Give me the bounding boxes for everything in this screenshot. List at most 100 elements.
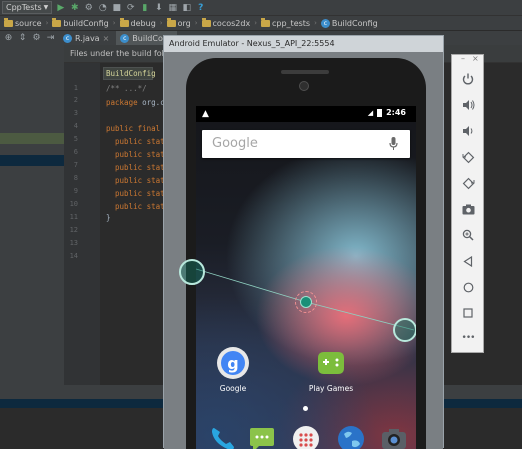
- volume-down-icon: [462, 126, 472, 136]
- breadcrumb-separator-icon: ›: [254, 19, 257, 27]
- stop-icon[interactable]: ■: [111, 2, 122, 13]
- class-icon: c: [320, 18, 330, 28]
- phone-icon[interactable]: [208, 424, 238, 449]
- code-line: /** ...*/: [106, 84, 147, 93]
- line-number: 4: [73, 122, 78, 130]
- line-number: 12: [69, 226, 78, 234]
- back-button[interactable]: [459, 252, 477, 270]
- more-icon: •••: [461, 333, 476, 343]
- home-button[interactable]: [459, 278, 477, 296]
- folder-icon: [261, 17, 270, 27]
- collapse-icon[interactable]: ⇕: [17, 33, 28, 44]
- power-button[interactable]: [459, 70, 477, 88]
- attach-debugger-icon[interactable]: ⚙: [83, 2, 94, 13]
- line-number: 9: [73, 187, 78, 195]
- tree-row-highlight[interactable]: [0, 133, 64, 144]
- coverage-icon[interactable]: ◔: [97, 2, 108, 13]
- rotate-right-button[interactable]: [459, 174, 477, 192]
- browser-icon[interactable]: [336, 424, 366, 449]
- phone-screen[interactable]: ▲ ◢ 2:46 Google g Google Play Games: [196, 106, 416, 449]
- close-icon[interactable]: ×: [472, 54, 479, 63]
- project-panel: [0, 45, 64, 385]
- multitouch-overlay: [196, 268, 415, 331]
- front-camera: [299, 81, 309, 91]
- help-icon[interactable]: ?: [195, 2, 206, 13]
- breadcrumb-separator-icon: ›: [159, 19, 163, 27]
- line-number: 5: [73, 135, 78, 143]
- target-icon[interactable]: ⊕: [3, 33, 14, 44]
- line-number: 2: [73, 96, 78, 104]
- settings-gear-icon[interactable]: ⚙: [31, 33, 42, 44]
- folder-icon: [201, 17, 211, 27]
- breadcrumb-item[interactable]: cpp_tests: [259, 17, 312, 28]
- line-number: 11: [69, 213, 78, 221]
- rotate-right-icon: [462, 177, 474, 189]
- page-indicator: [303, 406, 308, 411]
- device-monitor-icon[interactable]: ◧: [181, 2, 192, 13]
- breadcrumb-item[interactable]: buildConfig: [50, 17, 110, 28]
- sync-icon[interactable]: ⟳: [125, 2, 136, 13]
- touch-point-right-icon[interactable]: [393, 318, 416, 342]
- tab-r-java[interactable]: c R.java ×: [59, 31, 113, 45]
- rotate-left-icon: [462, 151, 474, 163]
- breadcrumb-separator-icon: ›: [45, 19, 49, 27]
- breadcrumb-item[interactable]: debug: [118, 17, 158, 28]
- camera-app-icon[interactable]: [379, 424, 409, 449]
- overview-button[interactable]: [459, 304, 477, 322]
- code-line: public stati: [106, 163, 170, 172]
- line-number: 6: [73, 148, 78, 156]
- touch-center-dot: [300, 296, 312, 308]
- folder-icon: [52, 17, 62, 27]
- volume-up-button[interactable]: [459, 96, 477, 114]
- code-line: public final c: [106, 124, 170, 133]
- volume-down-button[interactable]: [459, 122, 477, 140]
- run-config-dropdown[interactable]: CppTests ▼: [2, 1, 53, 14]
- folder-icon: [166, 17, 176, 27]
- breadcrumb-separator-icon: ›: [194, 19, 198, 27]
- line-number: 1: [73, 84, 78, 92]
- play-games-icon: [314, 346, 348, 380]
- breadcrumb-separator-icon: ›: [314, 19, 317, 27]
- hide-panel-icon[interactable]: ⇥: [45, 33, 56, 44]
- touch-point-left-icon[interactable]: [179, 259, 205, 285]
- tree-row-selected[interactable]: [0, 155, 64, 166]
- avd-manager-icon[interactable]: ▮: [139, 2, 150, 13]
- rotate-left-button[interactable]: [459, 148, 477, 166]
- breadcrumb-label: buildConfig: [63, 18, 109, 28]
- emulator-window: Android Emulator - Nexus_5_API_22:5554 ▲…: [163, 35, 444, 449]
- screenshot-button[interactable]: [459, 200, 477, 218]
- code-line: public stati: [106, 137, 170, 146]
- line-number: 3: [73, 109, 78, 117]
- breadcrumb-item[interactable]: org: [165, 17, 193, 28]
- overview-icon: [463, 308, 473, 318]
- breadcrumb-separator-icon: ›: [112, 19, 116, 27]
- breadcrumb-item[interactable]: c BuildConfig: [319, 18, 380, 28]
- breadcrumb-label: source: [15, 18, 42, 28]
- sdk-manager-icon[interactable]: ⬇: [153, 2, 164, 13]
- project-structure-icon[interactable]: ▦: [167, 2, 178, 13]
- folder-icon: [119, 17, 129, 27]
- line-number: 13: [69, 239, 78, 247]
- breadcrumb: source › buildConfig › debug › org › coc…: [0, 16, 522, 31]
- close-icon[interactable]: ×: [103, 34, 110, 43]
- breadcrumb-label: BuildConfig: [331, 18, 378, 28]
- app-play-games[interactable]: Play Games: [301, 346, 361, 393]
- breadcrumb-label: cocos2dx: [212, 18, 251, 28]
- app-drawer-icon[interactable]: [291, 424, 321, 449]
- app-google[interactable]: g Google: [203, 346, 263, 393]
- code-line: public stati: [106, 189, 170, 198]
- zoom-button[interactable]: [459, 226, 477, 244]
- more-button[interactable]: •••: [459, 329, 477, 347]
- breadcrumb-item[interactable]: cocos2dx: [200, 17, 253, 28]
- run-icon[interactable]: ▶: [55, 2, 66, 13]
- class-icon: c: [63, 33, 72, 43]
- minimize-icon[interactable]: –: [461, 54, 465, 63]
- code-line: public stati: [106, 150, 170, 159]
- breadcrumb-item[interactable]: source: [2, 17, 44, 28]
- debug-icon[interactable]: ✱: [69, 2, 80, 13]
- messaging-icon[interactable]: [247, 424, 277, 449]
- home-icon: [463, 282, 473, 292]
- code-line: }: [106, 213, 111, 222]
- line-number: 10: [69, 200, 78, 208]
- emulator-title[interactable]: Android Emulator - Nexus_5_API_22:5554: [164, 36, 443, 52]
